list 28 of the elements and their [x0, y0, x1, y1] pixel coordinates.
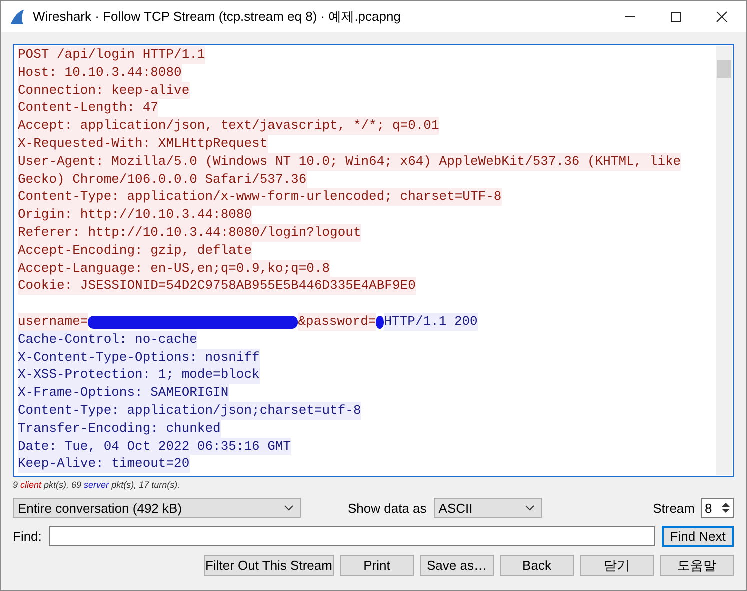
- dialog-button[interactable]: 도움말: [660, 555, 734, 576]
- close-icon[interactable]: [716, 10, 728, 22]
- dialog-button[interactable]: Save as…: [420, 555, 494, 576]
- chevron-down-icon: [524, 505, 535, 511]
- conversation-dropdown[interactable]: Entire conversation (492 kB): [13, 498, 301, 518]
- dialog-button[interactable]: Back: [500, 555, 574, 576]
- dialog-button[interactable]: Filter Out This Stream: [204, 555, 334, 576]
- stream-text: HTTP/1.1 200: [384, 312, 478, 331]
- find-field[interactable]: [48, 526, 656, 546]
- find-label: Find:: [13, 528, 42, 544]
- redaction-mark: [376, 314, 384, 330]
- chevron-down-icon: [284, 505, 294, 511]
- shark-fin-icon: [9, 8, 27, 26]
- stream-spinbox[interactable]: 8: [701, 498, 734, 518]
- dialog-button[interactable]: Print: [340, 555, 414, 576]
- packet-stats: 9 client pkt(s), 69 server pkt(s), 17 turn(s).: [13, 480, 182, 492]
- window-title: Wireshark · Follow TCP Stream (tcp.stream eq 8) · 예제.pcapng: [33, 8, 402, 26]
- stream-label: Stream: [653, 500, 695, 516]
- stream-text: username=: [18, 312, 88, 331]
- up-arrow-icon[interactable]: [722, 502, 730, 507]
- scrollbar[interactable]: [716, 46, 732, 475]
- data-format-dropdown[interactable]: ASCII: [434, 498, 542, 518]
- show-data-label: Show data as: [348, 500, 427, 516]
- find-next-button[interactable]: Find Next: [662, 526, 734, 546]
- maximize-icon[interactable]: [670, 10, 682, 22]
- down-arrow-icon[interactable]: [722, 509, 730, 514]
- dialog-button[interactable]: 닫기: [580, 555, 654, 576]
- stream-text: &password=: [298, 312, 376, 331]
